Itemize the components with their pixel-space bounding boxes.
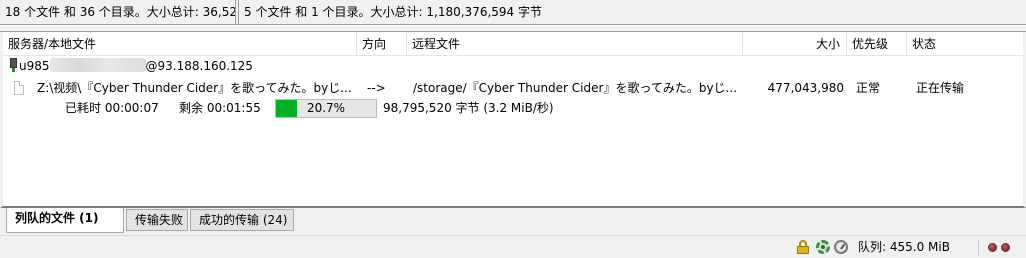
column-header-priority[interactable]: 优先级	[847, 32, 907, 56]
server-host: @93.188.160.125	[145, 59, 253, 73]
local-directory-summary: 18 个文件 和 36 个目录。大小总计: 36,52	[0, 0, 236, 25]
local-file-path: Z:\视频\『Cyber Thunder Cider』を歌ってみた。byじ...	[37, 81, 352, 95]
queue-header: 服务器/本地文件 方向 远程文件 大小 优先级 状态	[3, 32, 1023, 56]
transfer-progress-bar: 20.7%	[275, 99, 377, 118]
file-priority: 正常	[856, 81, 881, 95]
file-status: 正在传输	[916, 81, 965, 95]
send-led-icon	[1001, 243, 1010, 252]
file-size: 477,043,980	[767, 81, 844, 95]
remaining-time: 剩余 00:01:55	[179, 101, 261, 115]
queue-server-row[interactable]: u985 @93.188.160.125	[9, 56, 253, 76]
file-icon	[14, 81, 24, 95]
transferred-bytes: 98,795,520 字节 (3.2 MiB/秒)	[383, 101, 554, 115]
server-icon	[9, 57, 17, 73]
redacted-username	[49, 58, 146, 72]
lock-icon[interactable]	[796, 240, 810, 254]
tab-failed-transfers[interactable]: 传输失败	[126, 209, 188, 231]
queue-size-label: 队列: 455.0 MiB	[858, 240, 950, 254]
tab-successful-transfers[interactable]: 成功的传输 (24)	[190, 209, 294, 231]
tab-queued-files[interactable]: 列队的文件 (1)	[6, 208, 124, 233]
speed-limit-icon[interactable]	[834, 240, 848, 254]
queue-tabs: 列队的文件 (1) 传输失败 成功的传输 (24)	[0, 208, 1026, 235]
column-header-status[interactable]: 状态	[907, 32, 1023, 56]
transfer-progress-row: 已耗时 00:00:07 剩余 00:01:55 20.7% 98,795,52…	[3, 98, 1023, 118]
column-header-size[interactable]: 大小	[743, 32, 847, 56]
column-header-remote-file[interactable]: 远程文件	[407, 32, 743, 56]
elapsed-time: 已耗时 00:00:07	[65, 101, 159, 115]
queue-file-row[interactable]: Z:\视频\『Cyber Thunder Cider』を歌ってみた。byじ...…	[3, 78, 1023, 98]
status-separator	[978, 240, 979, 255]
status-bar: 队列: 455.0 MiB	[0, 235, 1026, 258]
directory-status-bar: 18 个文件 和 36 个目录。大小总计: 36,52 5 个文件 和 1 个目…	[0, 0, 1026, 25]
column-header-server-local[interactable]: 服务器/本地文件	[3, 32, 357, 56]
receive-led-icon	[988, 243, 997, 252]
progress-percent: 20.7%	[306, 101, 346, 115]
column-header-direction[interactable]: 方向	[357, 32, 407, 56]
server-user: u985	[19, 59, 50, 73]
gear-icon[interactable]	[816, 240, 830, 254]
remote-directory-summary: 5 个文件 和 1 个目录。大小总计: 1,180,376,594 字节	[238, 0, 1026, 25]
transfer-queue-panel: 服务器/本地文件 方向 远程文件 大小 优先级 状态 u985 @93.188.1…	[0, 32, 1026, 208]
remote-file-path: /storage/『Cyber Thunder Cider』を歌ってみた。byじ…	[413, 81, 738, 95]
transfer-direction: -->	[367, 81, 386, 95]
